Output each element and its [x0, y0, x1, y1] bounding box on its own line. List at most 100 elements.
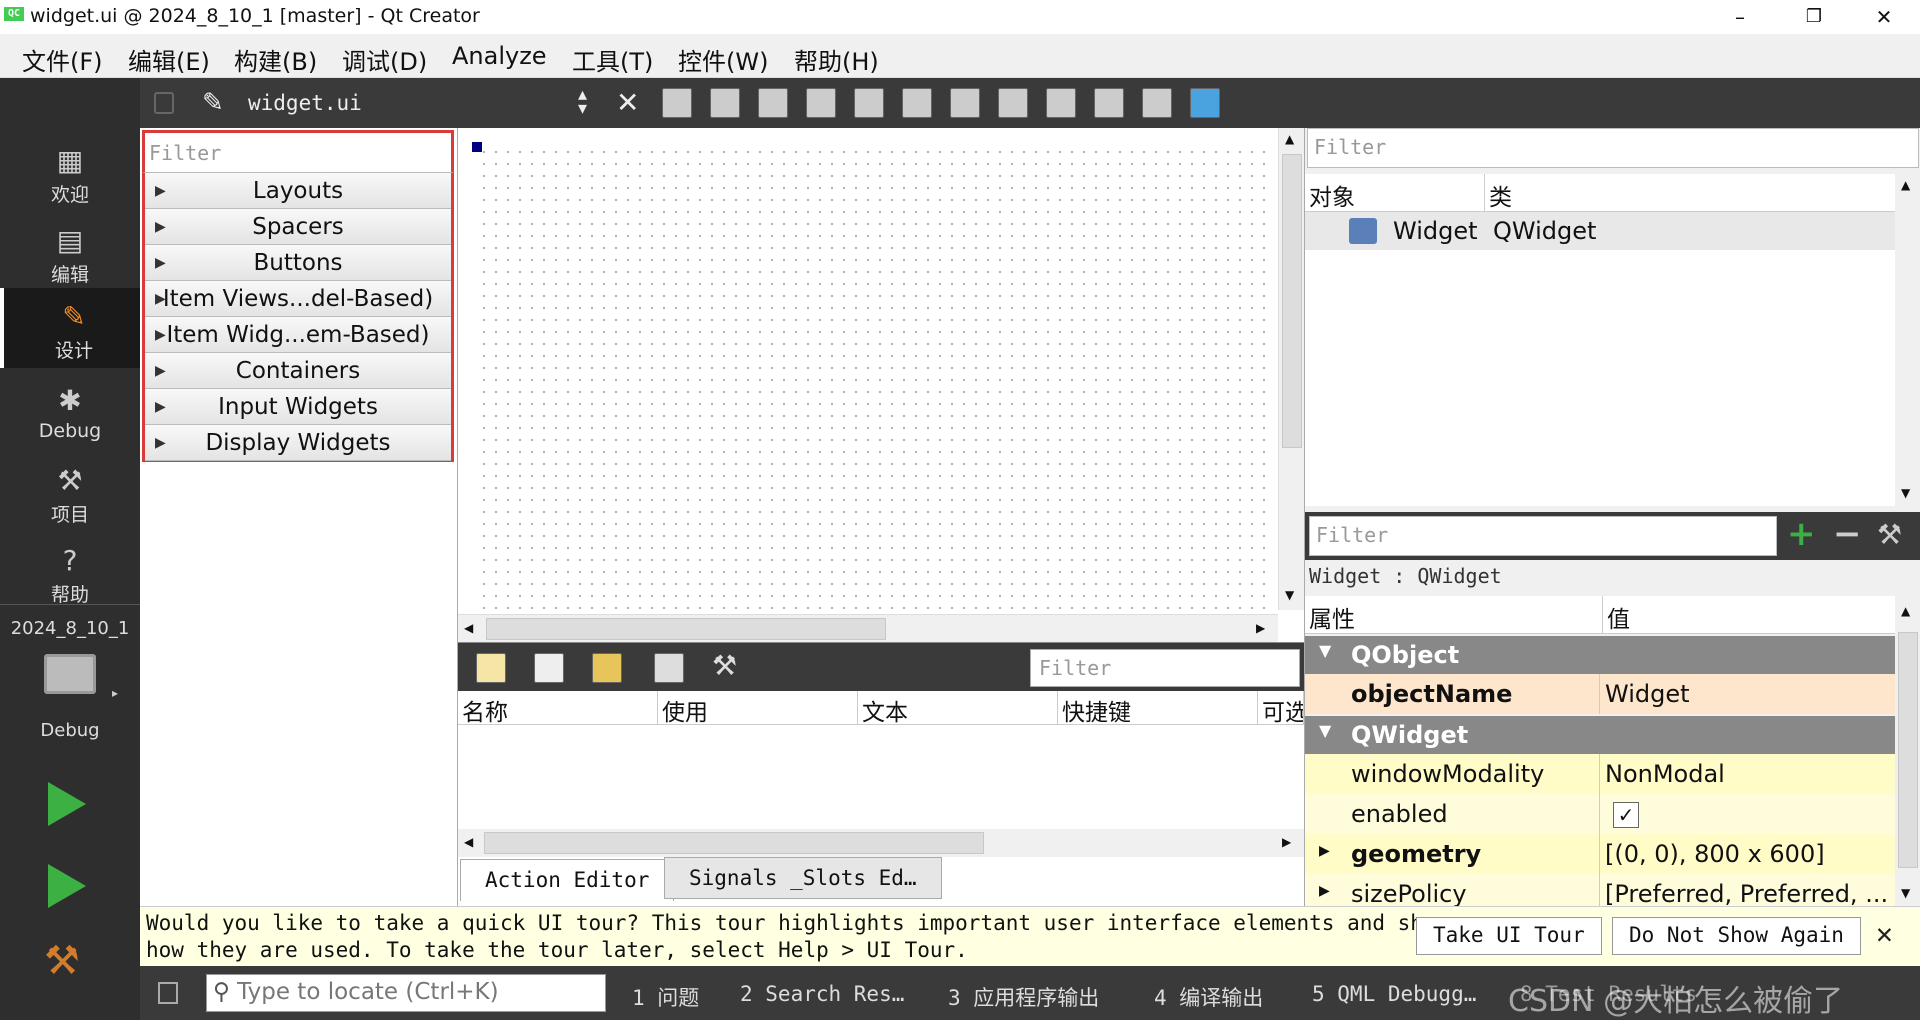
scroll-right-icon[interactable]: ▶	[1256, 621, 1265, 635]
action-filter-input[interactable]: Filter	[1030, 649, 1300, 687]
object-row[interactable]: Widget QWidget	[1305, 212, 1895, 250]
pane-search-results[interactable]: 2 Search Res…	[740, 982, 904, 1006]
layout-horizontal-icon[interactable]	[854, 88, 884, 118]
close-document-icon[interactable]: ✕	[616, 86, 639, 119]
menu-analyze[interactable]: Analyze	[444, 42, 555, 70]
layout-splitter-h-icon[interactable]	[950, 88, 980, 118]
locator-input[interactable]: ⚲ Type to locate (Ctrl+K)	[206, 974, 606, 1012]
selection-handle[interactable]	[472, 142, 482, 152]
edit-widgets-icon[interactable]	[662, 88, 692, 118]
property-value[interactable]: [(0, 0), 800 x 600]	[1605, 840, 1825, 868]
new-action-icon[interactable]	[476, 653, 506, 683]
inspector-scrollbar[interactable]: ▲ ▼	[1895, 174, 1920, 506]
column-header-property[interactable]: 属性	[1305, 596, 1603, 634]
build-hammer-icon[interactable]: ⚒	[44, 938, 80, 984]
property-group-qobject[interactable]: ▼ QObject	[1305, 636, 1895, 674]
scroll-down-icon[interactable]: ▼	[1901, 886, 1910, 900]
property-row-objectname[interactable]: objectName Widget	[1305, 674, 1895, 714]
object-filter-input[interactable]: Filter	[1307, 128, 1919, 168]
property-value[interactable]: NonModal	[1605, 760, 1725, 788]
property-scrollbar[interactable]: ▲ ▼	[1895, 596, 1920, 906]
debug-run-icon[interactable]	[48, 864, 86, 908]
property-filter-input[interactable]: Filter	[1309, 516, 1777, 556]
add-property-icon[interactable]: +	[1787, 514, 1816, 554]
layout-splitter-v-icon[interactable]	[998, 88, 1028, 118]
menu-build[interactable]: 构建(B)	[226, 42, 325, 77]
property-row-geometry[interactable]: ▶ geometry [(0, 0), 800 x 600]	[1305, 834, 1895, 874]
column-header-value[interactable]: 值	[1603, 596, 1895, 634]
form-canvas[interactable]	[458, 128, 1304, 642]
lock-icon[interactable]	[154, 92, 174, 114]
column-header-checkable[interactable]: 可选	[1258, 691, 1304, 725]
copy-action-icon[interactable]	[534, 653, 564, 683]
minimize-button[interactable]: –	[1710, 0, 1770, 34]
scroll-thumb[interactable]	[1898, 632, 1918, 868]
category-layouts[interactable]: ▶ Layouts	[145, 173, 451, 209]
scroll-thumb[interactable]	[484, 832, 984, 854]
paste-action-icon[interactable]	[592, 653, 622, 683]
scroll-left-icon[interactable]: ◀	[464, 835, 473, 849]
scroll-thumb[interactable]	[486, 618, 886, 640]
canvas-vertical-scrollbar[interactable]: ▲ ▼	[1278, 128, 1304, 610]
property-row-enabled[interactable]: enabled ✓	[1305, 794, 1895, 834]
column-header-class[interactable]: 类	[1485, 174, 1895, 212]
pane-compile-output[interactable]: 4 编译输出	[1154, 982, 1263, 1012]
monitor-icon[interactable]	[44, 654, 96, 694]
updown-icon[interactable]: ▴ ▾	[578, 86, 587, 118]
category-item-widgets[interactable]: ▶ Item Widg...em-Based)	[145, 317, 451, 353]
pane-application-output[interactable]: 3 应用程序输出	[948, 982, 1099, 1012]
scroll-right-icon[interactable]: ▶	[1282, 835, 1291, 849]
category-containers[interactable]: ▶ Containers	[145, 353, 451, 389]
do-not-show-again-button[interactable]: Do Not Show Again	[1612, 917, 1861, 955]
edit-tab-order-icon[interactable]	[806, 88, 836, 118]
scroll-up-icon[interactable]: ▲	[1901, 604, 1910, 618]
mode-welcome[interactable]: ▦ 欢迎	[0, 132, 140, 212]
scroll-up-icon[interactable]: ▲	[1285, 132, 1294, 146]
category-display-widgets[interactable]: ▶ Display Widgets	[145, 425, 451, 461]
open-file-name[interactable]: widget.ui	[248, 91, 362, 115]
maximize-button[interactable]: ❐	[1784, 0, 1844, 34]
column-header-text[interactable]: 文本	[858, 691, 1058, 725]
remove-property-icon[interactable]: −	[1833, 514, 1862, 554]
pane-qml-debugger[interactable]: 5 QML Debugg…	[1312, 982, 1476, 1006]
layout-grid-icon[interactable]	[1094, 88, 1124, 118]
canvas-horizontal-scrollbar[interactable]: ◀ ▶	[458, 614, 1278, 642]
wrench-icon[interactable]: ⚒	[712, 649, 737, 682]
scroll-thumb[interactable]	[1282, 154, 1302, 448]
property-group-qwidget[interactable]: ▼ QWidget	[1305, 716, 1895, 754]
category-input-widgets[interactable]: ▶ Input Widgets	[145, 389, 451, 425]
sidebar-toggle-icon[interactable]	[158, 982, 178, 1004]
run-icon[interactable]	[48, 782, 86, 826]
scroll-left-icon[interactable]: ◀	[464, 621, 473, 635]
menu-controls[interactable]: 控件(W)	[670, 42, 776, 77]
tab-action-editor[interactable]: Action Editor	[460, 859, 675, 901]
close-button[interactable]: ✕	[1854, 0, 1914, 34]
edit-buddies-icon[interactable]	[758, 88, 788, 118]
take-ui-tour-button[interactable]: Take UI Tour	[1416, 917, 1602, 955]
form-grid[interactable]	[478, 146, 1270, 616]
category-buttons[interactable]: ▶ Buttons	[145, 245, 451, 281]
menu-file[interactable]: 文件(F)	[14, 42, 111, 77]
menu-edit[interactable]: 编辑(E)	[120, 42, 218, 77]
mode-debug[interactable]: ✱ Debug	[0, 372, 140, 452]
menu-tools[interactable]: 工具(T)	[564, 42, 661, 77]
mode-design[interactable]: ✎ 设计	[0, 288, 140, 368]
scroll-down-icon[interactable]: ▼	[1285, 588, 1294, 602]
category-spacers[interactable]: ▶ Spacers	[145, 209, 451, 245]
configure-icon[interactable]: ⚒	[1877, 518, 1902, 551]
category-item-views[interactable]: ▶ Item Views...del-Based)	[145, 281, 451, 317]
property-row-sizepolicy[interactable]: ▶ sizePolicy [Preferred, Preferred, ...	[1305, 874, 1895, 906]
mode-projects[interactable]: ⚒ 项目	[0, 452, 140, 532]
column-header-name[interactable]: 名称	[458, 691, 658, 725]
mode-help[interactable]: ? 帮助	[0, 532, 140, 612]
menu-debug[interactable]: 调试(D)	[334, 42, 435, 77]
pane-issues[interactable]: 1 问题	[632, 982, 699, 1012]
menu-help[interactable]: 帮助(H)	[786, 42, 887, 77]
adjust-size-icon[interactable]	[1190, 88, 1220, 118]
layout-vertical-icon[interactable]	[902, 88, 932, 118]
column-header-used[interactable]: 使用	[658, 691, 858, 725]
scroll-down-icon[interactable]: ▼	[1901, 486, 1910, 500]
widget-filter-input[interactable]: Filter	[142, 130, 454, 172]
expand-arrow-icon[interactable]: ▶	[1319, 883, 1330, 899]
tab-signals-slots[interactable]: Signals _Slots Ed…	[664, 857, 942, 899]
